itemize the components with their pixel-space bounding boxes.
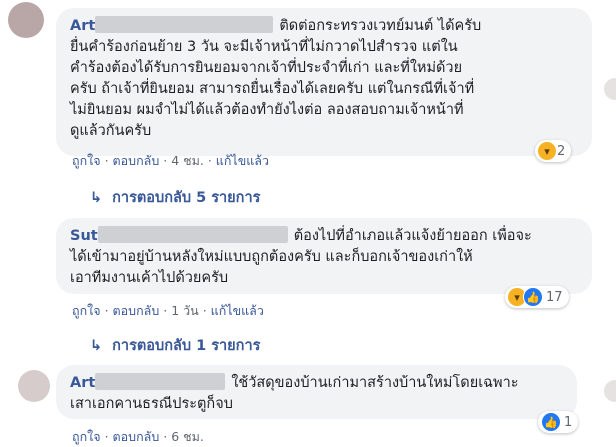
separator: · — [207, 153, 212, 168]
comment-line: ครับ ถ้าเจ้าที่ยินยอม สามารถยื่นเรื่องได… — [70, 81, 475, 97]
separator: · — [104, 303, 109, 318]
replies-label: การตอบกลับ 1 รายการ — [112, 338, 261, 354]
reply-link[interactable]: ตอบกลับ — [113, 153, 160, 168]
comment-line: ยื่นคำร้องก่อนย้าย 3 วัน จะมีเจ้าหน้าที่… — [70, 39, 458, 55]
reaction-count: 17 — [546, 289, 563, 305]
reaction-summary[interactable]: ▾ 👍 17 — [505, 286, 569, 308]
comment-line: เอาทีมงานเค้าไปด้วยครับ — [70, 270, 229, 286]
reaction-count: 2 — [557, 143, 566, 159]
comment-actions: ถูกใจ · ตอบกลับ · 6 ชม. — [72, 427, 204, 447]
like-link[interactable]: ถูกใจ — [72, 429, 101, 444]
reply-arrow-icon: ↳ — [90, 338, 103, 354]
blurred-name — [97, 226, 288, 243]
separator: · — [104, 429, 109, 444]
comment-line: เสาเอกคานธรณีประตูก็จบ — [70, 396, 233, 412]
like-link[interactable]: ถูกใจ — [72, 153, 101, 168]
commenter-name[interactable]: Art — [70, 18, 95, 34]
edited-link[interactable]: แก้ไขแล้ว — [216, 153, 269, 168]
comment-time[interactable]: 4 ชม. — [171, 153, 204, 168]
like-icon: 👍 — [541, 412, 561, 432]
comment-line: ใช้วัสดุของบ้านเก่ามาสร้างบ้านใหม่โดยเฉพ… — [231, 375, 519, 391]
comment-line: คำร้องต้องได้รับการยินยอมจากเจ้าที่ประจำ… — [70, 60, 463, 76]
comment-time[interactable]: 1 วัน — [171, 303, 199, 318]
comment-line: ไม่ยินยอม ผมจำไม่ได้แล้วต้องทำยังไงต่อ ล… — [70, 102, 464, 118]
comment-line: ติดต่อกระทรวงเวทย์มนต์ ได้ครับ — [279, 18, 482, 34]
commenter-avatar[interactable] — [8, 2, 44, 38]
reaction-count: 1 — [564, 414, 573, 430]
commenter-avatar[interactable] — [18, 370, 50, 402]
reply-link[interactable]: ตอบกลับ — [113, 303, 160, 318]
view-replies-link[interactable]: ↳ การตอบกลับ 1 รายการ — [90, 334, 260, 357]
separator: · — [163, 153, 168, 168]
like-icon: 👍 — [523, 287, 543, 307]
reply-arrow-icon: ↳ — [90, 190, 103, 206]
comment-bubble: Sut ต้องไปที่อำเภอแล้วแจ้งย้ายออก เพื่อจะ… — [56, 218, 592, 294]
comment-time[interactable]: 6 ชม. — [171, 429, 204, 444]
reply-link[interactable]: ตอบกลับ — [113, 429, 160, 444]
side-avatar — [604, 78, 616, 100]
edited-link[interactable]: แก้ไขแล้ว — [211, 303, 264, 318]
side-avatar — [604, 380, 616, 402]
blurred-name — [95, 373, 226, 390]
replies-label: การตอบกลับ 5 รายการ — [112, 190, 261, 206]
separator: · — [202, 303, 207, 318]
view-replies-link[interactable]: ↳ การตอบกลับ 5 รายการ — [90, 186, 260, 209]
comment-line: ได้เข้ามาอยู่บ้านหลังใหม่แบบถูกต้องครับ … — [70, 249, 473, 265]
comment-line: ดูแล้วกันครับ — [70, 123, 152, 139]
separator: · — [163, 303, 168, 318]
separator: · — [163, 429, 168, 444]
reaction-summary[interactable]: ▾ 2 — [535, 140, 572, 162]
reaction-summary[interactable]: 👍 1 — [538, 411, 579, 433]
comment-actions: ถูกใจ · ตอบกลับ · 4 ชม. · แก้ไขแล้ว — [72, 151, 269, 171]
like-link[interactable]: ถูกใจ — [72, 303, 101, 318]
haha-icon: ▾ — [538, 142, 556, 160]
comment-bubble: Art ติดต่อกระทรวงเวทย์มนต์ ได้ครับ ยื่นคำ… — [56, 8, 592, 156]
separator: · — [104, 153, 109, 168]
commenter-name[interactable]: Art — [70, 375, 95, 391]
blurred-name — [95, 16, 274, 33]
comment-bubble: Art ใช้วัสดุของบ้านเก่ามาสร้างบ้านใหม่โดย… — [56, 365, 577, 419]
commenter-name[interactable]: Sut — [70, 228, 98, 244]
comment-line: ต้องไปที่อำเภอแล้วแจ้งย้ายออก เพื่อจะ — [293, 228, 532, 244]
comment-actions: ถูกใจ · ตอบกลับ · 1 วัน · แก้ไขแล้ว — [72, 301, 264, 321]
